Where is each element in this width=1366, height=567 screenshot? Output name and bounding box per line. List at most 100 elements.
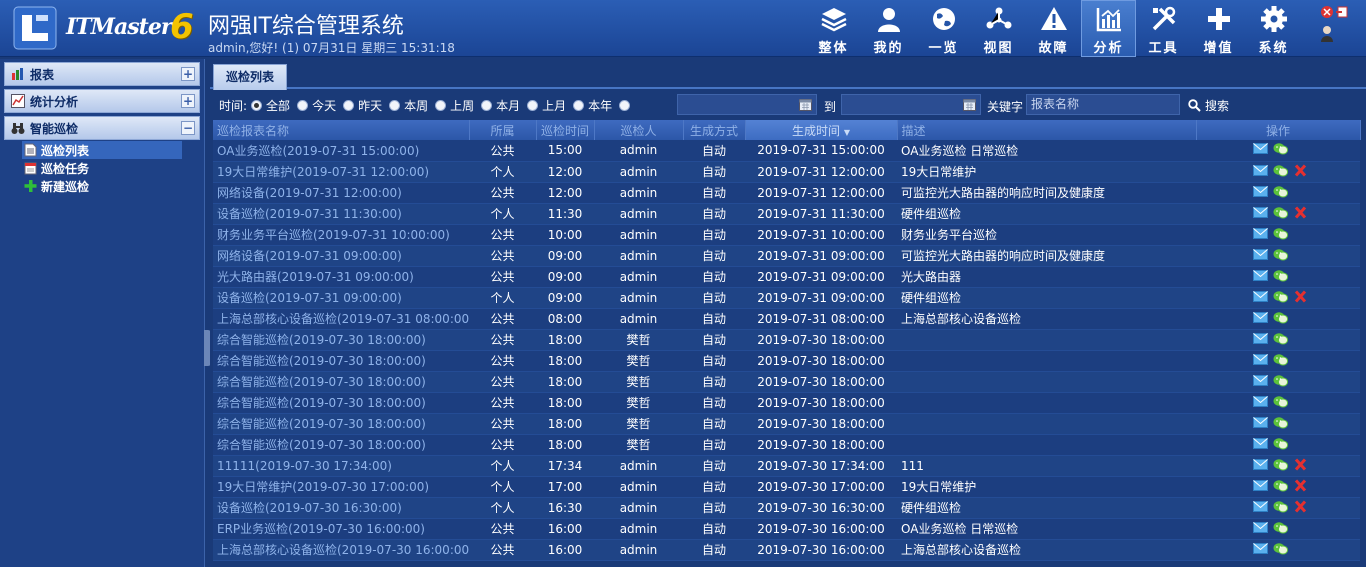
email-icon[interactable] [1253,185,1268,198]
report-name-link[interactable]: 网络设备(2019-07-31 09:00:00) [213,245,469,267]
wechat-icon[interactable] [1273,164,1288,177]
report-name-link[interactable]: 设备巡检(2019-07-31 09:00:00) [213,287,469,309]
radio-this-week[interactable]: 本周 [389,97,428,114]
table-row[interactable]: ERP业务巡检(2019-07-30 16:00:00) 公共 16:00 admin… [213,518,1360,540]
email-icon[interactable] [1253,269,1268,282]
report-name-link[interactable]: 网络设备(2019-07-31 12:00:00) [213,182,469,204]
user-tools-icon[interactable] [1318,4,1358,44]
report-name-link[interactable]: 上海总部核心设备巡检(2019-07-31 08:00:00) [213,308,469,330]
email-icon[interactable] [1253,332,1268,345]
report-name-link[interactable]: 财务业务平台巡检(2019-07-31 10:00:00) [213,224,469,246]
email-icon[interactable] [1253,248,1268,261]
report-name-link[interactable]: 19大日常维护(2019-07-30 17:00:00) [213,476,469,498]
wechat-icon[interactable] [1273,458,1288,471]
table-row[interactable]: 网络设备(2019-07-31 12:00:00) 公共 12:00 admin 自动 2… [213,182,1360,204]
email-icon[interactable] [1253,206,1268,219]
wechat-icon[interactable] [1273,521,1288,534]
search-button[interactable]: 搜索 [1188,97,1229,114]
report-name-link[interactable]: 19大日常维护(2019-07-31 12:00:00) [213,161,469,183]
wechat-icon[interactable] [1273,332,1288,345]
table-row[interactable]: 网络设备(2019-07-31 09:00:00) 公共 09:00 admin 自动 2… [213,245,1360,267]
radio-this-year[interactable]: 本年 [573,97,612,114]
email-icon[interactable] [1253,416,1268,429]
wechat-icon[interactable] [1273,353,1288,366]
wechat-icon[interactable] [1273,374,1288,387]
radio-today[interactable]: 今天 [297,97,336,114]
expand-icon[interactable]: + [181,94,195,108]
table-row[interactable]: 综合智能巡检(2019-07-30 18:00:00) 公共 18:00 樊哲 自动 20… [213,371,1360,393]
delete-icon[interactable] [1293,499,1308,513]
report-name-link[interactable]: 上海总部核心设备巡检(2019-07-30 16:00:00) [213,539,469,561]
table-row[interactable]: 设备巡检(2019-07-30 16:30:00) 个人 16:30 admin 自动 2… [213,497,1360,519]
email-icon[interactable] [1253,542,1268,555]
column-header[interactable]: 所属 [469,120,537,140]
column-header[interactable]: 巡检时间 [536,120,595,140]
radio-custom[interactable] [619,99,634,111]
report-name-link[interactable]: 11111(2019-07-30 17:34:00) [213,455,469,477]
report-name-link[interactable]: 综合智能巡检(2019-07-30 18:00:00) [213,434,469,456]
report-name-link[interactable]: 设备巡检(2019-07-31 11:30:00) [213,203,469,225]
email-icon[interactable] [1253,227,1268,240]
report-name-link[interactable]: 综合智能巡检(2019-07-30 18:00:00) [213,371,469,393]
sidebar-section-reports[interactable]: 报表 + [4,62,200,86]
delete-icon[interactable] [1293,163,1308,177]
table-row[interactable]: 综合智能巡检(2019-07-30 18:00:00) 公共 18:00 樊哲 自动 20… [213,392,1360,414]
nav-analysis[interactable]: 分析 [1081,0,1136,57]
email-icon[interactable] [1253,395,1268,408]
delete-icon[interactable] [1293,478,1308,492]
column-header[interactable]: 巡检人 [594,120,684,140]
wechat-icon[interactable] [1273,395,1288,408]
column-header[interactable]: 生成方式 [683,120,746,140]
end-date-input[interactable] [841,94,981,115]
wechat-icon[interactable] [1273,542,1288,555]
table-row[interactable]: 设备巡检(2019-07-31 09:00:00) 个人 09:00 admin 自动 2… [213,287,1360,309]
email-icon[interactable] [1253,164,1268,177]
table-row[interactable]: 设备巡检(2019-07-31 11:30:00) 个人 11:30 admin 自动 2… [213,203,1360,225]
nav-fault[interactable]: 故障 [1026,0,1081,57]
sidebar-item-inspection-tasks[interactable]: 巡检任务 [22,159,204,177]
delete-icon[interactable] [1293,457,1308,471]
wechat-icon[interactable] [1273,206,1288,219]
tab-inspection-list[interactable]: 巡检列表 [213,64,288,90]
expand-icon[interactable]: + [181,67,195,81]
report-name-link[interactable]: OA业务巡检(2019-07-31 15:00:00) [213,140,469,162]
wechat-icon[interactable] [1273,142,1288,155]
email-icon[interactable] [1253,500,1268,513]
email-icon[interactable] [1253,142,1268,155]
table-row[interactable]: 综合智能巡检(2019-07-30 18:00:00) 公共 18:00 樊哲 自动 20… [213,413,1360,435]
table-row[interactable]: 11111(2019-07-30 17:34:00) 个人 17:34 admin 自动… [213,455,1360,477]
collapse-icon[interactable]: − [181,121,195,135]
email-icon[interactable] [1253,290,1268,303]
email-icon[interactable] [1253,458,1268,471]
radio-all[interactable]: 全部 [251,97,290,114]
table-row[interactable]: OA业务巡检(2019-07-31 15:00:00) 公共 15:00 admin 自… [213,140,1360,162]
nav-system[interactable]: 系统 [1246,0,1301,57]
radio-yesterday[interactable]: 昨天 [343,97,382,114]
report-name-link[interactable]: 设备巡检(2019-07-30 16:30:00) [213,497,469,519]
start-date-input[interactable] [677,94,817,115]
delete-icon[interactable] [1293,289,1308,303]
table-row[interactable]: 19大日常维护(2019-07-30 17:00:00) 个人 17:00 admin… [213,476,1360,498]
report-name-link[interactable]: 综合智能巡检(2019-07-30 18:00:00) [213,350,469,372]
wechat-icon[interactable] [1273,290,1288,303]
wechat-icon[interactable] [1273,416,1288,429]
email-icon[interactable] [1253,521,1268,534]
column-header[interactable]: 操作 [1196,120,1361,140]
email-icon[interactable] [1253,311,1268,324]
wechat-icon[interactable] [1273,311,1288,324]
keyword-input[interactable]: 报表名称 [1026,94,1180,115]
column-header[interactable]: 巡检报表名称 [213,120,470,140]
wechat-icon[interactable] [1273,185,1288,198]
nav-tools[interactable]: 工具 [1136,0,1191,57]
nav-overview[interactable]: 整体 [806,0,861,57]
report-name-link[interactable]: 综合智能巡检(2019-07-30 18:00:00) [213,413,469,435]
wechat-icon[interactable] [1273,248,1288,261]
email-icon[interactable] [1253,479,1268,492]
email-icon[interactable] [1253,353,1268,366]
sidebar-item-inspection-list[interactable]: 巡检列表 [22,141,182,159]
wechat-icon[interactable] [1273,500,1288,513]
sidebar-section-statistics[interactable]: 统计分析 + [4,89,200,113]
calendar-icon[interactable] [799,98,812,111]
report-name-link[interactable]: 光大路由器(2019-07-31 09:00:00) [213,266,469,288]
nav-value-added[interactable]: 增值 [1191,0,1246,57]
